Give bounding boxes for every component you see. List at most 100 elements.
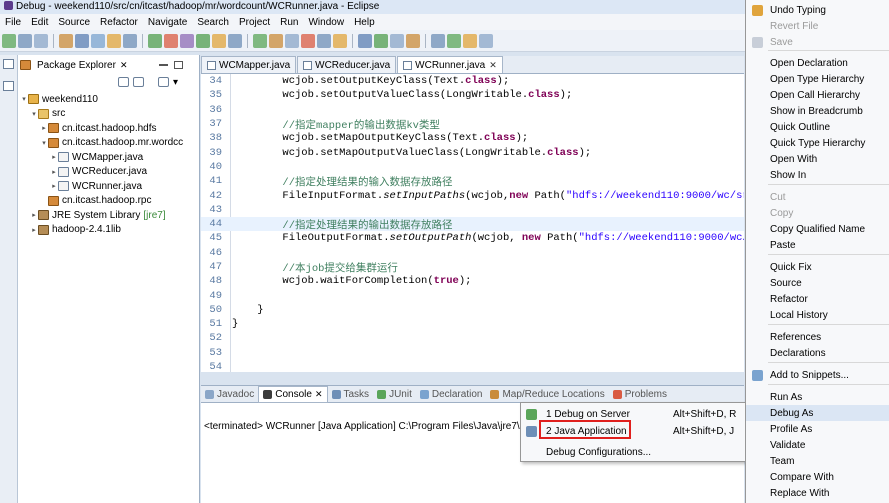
expand-arrow-icon[interactable]: ▾ [20,95,28,103]
toolbar-button-icon[interactable] [253,33,267,48]
tree-item[interactable]: ▸ WCMapper.java [20,150,200,165]
toolbar-button-icon[interactable] [317,33,331,48]
toolbar-button-icon[interactable] [196,33,210,48]
toolbar-button-icon[interactable] [148,33,162,48]
expand-arrow-icon[interactable]: ▸ [50,168,58,176]
tab-wcrunner[interactable]: WCRunner.java ✕ [397,56,503,73]
menu-edit[interactable]: Edit [26,17,53,28]
tab-wcmapper[interactable]: WCMapper.java [201,56,297,73]
toolbar-button-icon[interactable] [431,33,445,48]
context-menu-item-quick-outline[interactable]: Quick Outline [746,119,889,135]
toolbar-button-icon[interactable] [91,33,105,48]
toolbar-button-icon[interactable] [285,33,299,48]
tab-tasks[interactable]: Tasks [328,389,374,400]
toolbar-button-icon[interactable] [463,33,477,48]
menu-source[interactable]: Source [53,17,95,28]
context-menu-item-open-type-hierarchy[interactable]: Open Type Hierarchy [746,71,889,87]
tab-junit[interactable]: JUnit [373,389,416,400]
expand-arrow-icon[interactable]: ▸ [50,182,58,190]
menu-file[interactable]: File [0,17,26,28]
context-menu-item-quick-fix[interactable]: Quick Fix [746,259,889,275]
toolbar-button-icon[interactable] [406,33,420,48]
tree-item[interactable]: ▾ cn.itcast.hadoop.mr.wordcc [20,136,200,151]
context-menu-item-copy-qualified-name[interactable]: Copy Qualified Name [746,221,889,237]
context-menu-item-paste[interactable]: Paste [746,237,889,253]
expand-arrow-icon[interactable]: ▸ [50,153,58,161]
menu-project[interactable]: Project [234,17,275,28]
toolbar-button-icon[interactable] [358,33,372,48]
close-icon[interactable]: ✕ [120,60,128,71]
tree-item[interactable]: ▾ src [20,107,200,122]
context-menu-item-show-in-breadcrumb[interactable]: Show in Breadcrumb [746,103,889,119]
toolbar-button-icon[interactable] [269,33,283,48]
context-menu-item-open-declaration[interactable]: Open Declaration [746,55,889,71]
tab-problems[interactable]: Problems [609,389,671,400]
collapse-all-icon[interactable] [118,77,129,87]
toolbar-button-icon[interactable] [59,33,73,48]
close-icon[interactable]: ✕ [315,389,323,400]
expand-arrow-icon[interactable]: ▸ [30,226,38,234]
outline-view-icon[interactable] [3,81,14,91]
expand-arrow-icon[interactable]: ▾ [40,139,48,147]
code-editor[interactable]: 34 wcjob.setOutputKeyClass(Text.class); 3… [201,74,744,372]
toolbar-button-icon[interactable] [333,33,347,48]
package-explorer-tab[interactable]: Package Explorer ✕ [20,56,198,74]
view-menu-icon[interactable]: ▾ [173,77,184,88]
tree-item[interactable]: ▸ JRE System Library [jre7] [20,208,200,223]
context-menu-item-quick-type-hierarchy[interactable]: Quick Type Hierarchy [746,135,889,151]
context-menu-item-references[interactable]: References [746,329,889,345]
context-menu-item-debug-as[interactable]: Debug As [746,405,889,421]
context-menu-item-undo-typing[interactable]: Undo Typing [746,2,889,18]
context-menu-item-validate[interactable]: Validate [746,437,889,453]
context-menu-item-refactor[interactable]: Refactor [746,291,889,307]
menu-search[interactable]: Search [192,17,234,28]
tab-wcreducer[interactable]: WCReducer.java [297,56,397,73]
expand-arrow-icon[interactable]: ▾ [30,110,38,118]
tab-declaration[interactable]: Declaration [416,389,487,400]
menu-navigate[interactable]: Navigate [143,17,192,28]
toolbar-button-icon[interactable] [18,33,32,48]
context-menu-item-add-to-snippets[interactable]: Add to Snippets... [746,367,889,383]
tab-console[interactable]: Console ✕ [258,385,328,403]
link-editor-icon[interactable] [133,77,144,87]
maximize-icon[interactable] [174,61,184,69]
toolbar-button-icon[interactable] [212,33,226,48]
menu-window[interactable]: Window [303,17,349,28]
toolbar-button-icon[interactable] [180,33,194,48]
menu-refactor[interactable]: Refactor [95,17,143,28]
toolbar-button-icon[interactable] [107,33,121,48]
debug-view-icon[interactable] [3,59,14,69]
tab-mapreducelocations[interactable]: Map/Reduce Locations [486,389,608,400]
tree-item[interactable]: ▸ hadoop-2.4.1lib [20,223,200,238]
context-menu-item-team[interactable]: Team [746,453,889,469]
tree-item[interactable]: ▸ cn.itcast.hadoop.hdfs [20,121,200,136]
filter-icon[interactable] [158,77,169,87]
tree-item[interactable]: cn.itcast.hadoop.rpc [20,194,200,209]
expand-arrow-icon[interactable]: ▸ [40,124,48,132]
context-menu-item-open-with[interactable]: Open With [746,151,889,167]
context-menu-item-declarations[interactable]: Declarations [746,345,889,361]
toolbar-button-icon[interactable] [390,33,404,48]
toolbar-button-icon[interactable] [447,33,461,48]
toolbar-button-icon[interactable] [301,33,315,48]
tree-item[interactable]: ▾ weekend110 [20,92,200,107]
toolbar-button-icon[interactable] [164,33,178,48]
toolbar-button-icon[interactable] [75,33,89,48]
menu-help[interactable]: Help [349,17,380,28]
menu-run[interactable]: Run [275,17,303,28]
context-menu-item-compare-with[interactable]: Compare With [746,469,889,485]
submenu-item[interactable]: Debug Configurations... [521,444,747,460]
tab-javadoc[interactable]: Javadoc [201,389,258,400]
toolbar-button-icon[interactable] [228,33,242,48]
context-menu-item-local-history[interactable]: Local History [746,307,889,323]
context-menu-item-source[interactable]: Source [746,275,889,291]
context-menu-item-open-call-hierarchy[interactable]: Open Call Hierarchy [746,87,889,103]
toolbar-button-icon[interactable] [2,33,16,48]
toolbar-button-icon[interactable] [123,33,137,48]
expand-arrow-icon[interactable]: ▸ [30,211,38,219]
context-menu-item-replace-with[interactable]: Replace With [746,485,889,501]
context-menu-item-profile-as[interactable]: Profile As [746,421,889,437]
toolbar-button-icon[interactable] [34,33,48,48]
tree-item[interactable]: ▸ WCReducer.java [20,165,200,180]
context-menu-item-run-as[interactable]: Run As [746,389,889,405]
